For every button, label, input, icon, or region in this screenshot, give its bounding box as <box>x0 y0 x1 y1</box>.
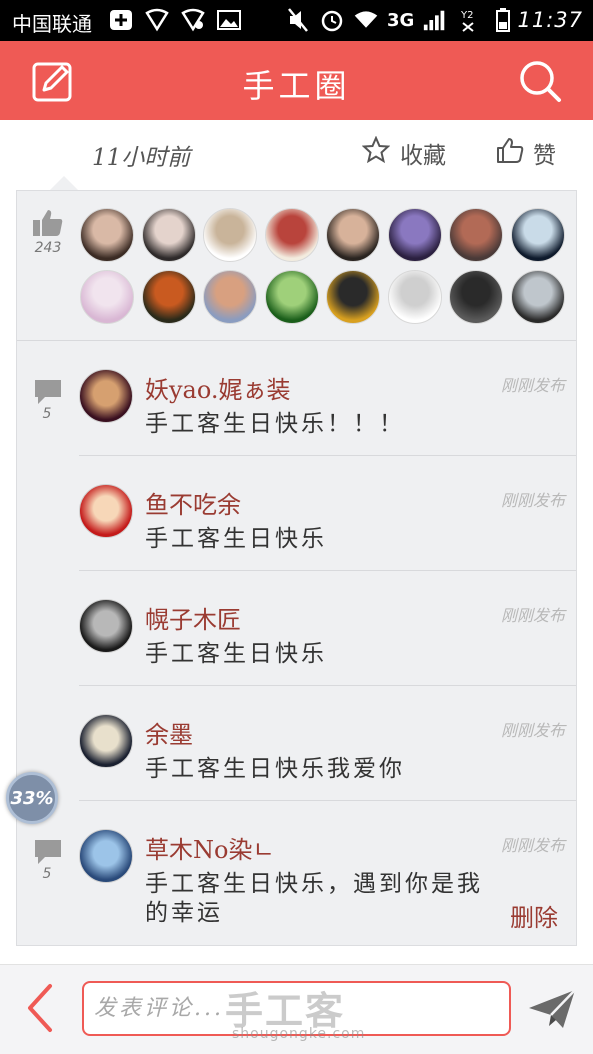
app-header: 手工圈 <box>0 41 593 120</box>
carrier-label: 中国联通 <box>12 12 92 36</box>
back-icon[interactable] <box>22 982 56 1034</box>
svg-text:Y2: Y2 <box>460 10 473 21</box>
likes-count: 243 <box>34 240 62 256</box>
liker-avatar[interactable] <box>203 270 257 324</box>
comment-text: 手工客生日快乐 <box>145 641 327 667</box>
add-box-icon <box>108 7 134 33</box>
liker-avatar[interactable] <box>510 208 565 262</box>
commenter-avatar[interactable] <box>79 714 133 768</box>
comment-text: 手工客生日快乐，遇到你是我的幸运 <box>145 871 483 926</box>
liker-avatar[interactable] <box>510 270 565 324</box>
like-label: 赞 <box>533 143 556 169</box>
liker-avatar[interactable] <box>387 270 442 324</box>
comment-count: 5 <box>42 406 52 422</box>
liker-avatar[interactable] <box>449 270 503 324</box>
comment-time: 刚刚发布 <box>500 606 565 625</box>
divider <box>79 455 576 456</box>
comment-icon <box>33 838 63 866</box>
liker-avatar[interactable] <box>264 270 319 324</box>
divider <box>79 570 576 571</box>
sim2-icon: Y2 <box>456 7 482 33</box>
liker-avatar[interactable] <box>264 208 319 262</box>
commenter-name[interactable]: 草木No染ㄴ <box>145 830 275 865</box>
comment-icon <box>33 378 63 406</box>
liker-avatar[interactable] <box>141 270 196 324</box>
comment-time: 刚刚发布 <box>500 376 565 395</box>
commenter-name[interactable]: 余墨 <box>145 715 193 750</box>
status-bar: 中国联通 3G Y2 11:37 <box>0 0 593 41</box>
comment-input[interactable] <box>82 981 511 1036</box>
panel-pointer <box>50 176 78 190</box>
image-icon <box>216 7 242 33</box>
wifi-shield-2-icon <box>180 7 206 33</box>
commenter-avatar[interactable] <box>79 369 133 423</box>
star-icon <box>361 135 391 170</box>
commenter-name[interactable]: 幌子木匠 <box>145 600 241 635</box>
commenter-avatar[interactable] <box>79 599 133 653</box>
comment-count: 5 <box>42 866 52 882</box>
alarm-icon <box>319 7 345 33</box>
mute-icon <box>285 7 311 33</box>
battery-icon <box>490 7 516 33</box>
wifi-shield-icon <box>144 7 170 33</box>
signal-icon <box>422 7 448 33</box>
comment-time: 刚刚发布 <box>500 836 565 855</box>
liker-avatar[interactable] <box>387 208 442 262</box>
liker-avatar[interactable] <box>80 208 134 262</box>
commenter-avatar[interactable] <box>79 829 133 883</box>
liker-avatar[interactable] <box>326 208 380 262</box>
liker-avatar[interactable] <box>326 270 380 324</box>
commenter-avatar[interactable] <box>79 484 133 538</box>
thumbs-up-icon <box>495 136 525 170</box>
comment-text: 手工客生日快乐 <box>145 526 327 552</box>
progress-indicator[interactable]: 33% <box>6 772 58 824</box>
favorite-label: 收藏 <box>400 143 446 169</box>
liker-avatar[interactable] <box>80 270 134 324</box>
send-icon[interactable] <box>527 988 577 1030</box>
divider <box>79 685 576 686</box>
like-button[interactable]: 赞 <box>495 136 556 170</box>
page-title: 手工圈 <box>242 67 351 105</box>
comment-text: 手工客生日快乐我爱你 <box>145 756 405 782</box>
search-icon[interactable] <box>517 58 563 104</box>
clock: 11:37 <box>517 8 583 32</box>
network-type: 3G <box>387 9 415 31</box>
post-time: 11小时前 <box>92 145 191 171</box>
liker-avatar[interactable] <box>203 208 257 262</box>
delete-button[interactable]: 删除 <box>510 898 558 933</box>
commenter-name[interactable]: 鱼不吃余 <box>145 485 241 520</box>
comment-time: 刚刚发布 <box>500 721 565 740</box>
commenter-name[interactable]: 妖yao.娓ぁ装 <box>145 370 291 405</box>
liker-avatar[interactable] <box>141 208 196 262</box>
comment-text: 手工客生日快乐！！！ <box>145 411 405 437</box>
thumbs-up-icon <box>32 208 64 240</box>
comment-time: 刚刚发布 <box>500 491 565 510</box>
wifi-icon <box>353 7 379 33</box>
divider <box>79 800 576 801</box>
favorite-button[interactable]: 收藏 <box>361 135 446 170</box>
liker-avatar[interactable] <box>449 208 503 262</box>
divider <box>17 340 576 341</box>
